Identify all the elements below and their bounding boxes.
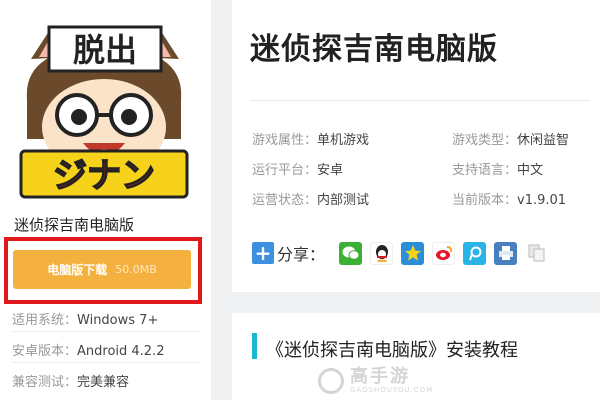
- attr-version: 当前版本：v1.9.01: [452, 189, 566, 208]
- copy-icon[interactable]: [525, 241, 549, 265]
- meta-row-system: 适用系统：Windows 7+: [12, 309, 158, 328]
- print-icon[interactable]: [494, 241, 518, 265]
- attr-value: 内部测试: [317, 193, 370, 208]
- attr-key: 支持语言：: [452, 163, 518, 178]
- page-title: 迷侦探吉南电脑版: [250, 32, 498, 67]
- watermark-main-text: 高手游: [350, 366, 410, 387]
- title-divider: [250, 100, 590, 101]
- watermark-sub-text: GAOSHOUYOU.COM: [350, 386, 434, 394]
- wechat-icon[interactable]: [339, 241, 363, 265]
- meta-divider: [12, 362, 200, 363]
- meta-value: Android 4.2.2: [77, 344, 165, 359]
- qq-icon[interactable]: [370, 241, 394, 265]
- attr-key: 当前版本：: [452, 193, 518, 208]
- attr-key: 游戏属性：: [252, 133, 318, 148]
- download-button-label: 电脑版下载: [47, 263, 108, 277]
- attr-key: 运营状态：: [252, 193, 318, 208]
- section-accent-bar: [252, 333, 257, 359]
- meta-value: Windows 7+: [77, 313, 159, 328]
- attr-language: 支持语言：中文: [452, 159, 543, 178]
- attr-value: 单机游戏: [317, 133, 370, 148]
- weibo-icon[interactable]: [432, 241, 456, 265]
- share-label: 分享：: [277, 245, 326, 264]
- meta-key: 兼容测试：: [12, 375, 78, 390]
- attr-value: 休闲益智: [517, 133, 570, 148]
- plus-icon[interactable]: +: [252, 242, 274, 264]
- attr-key: 运行平台：: [252, 163, 318, 178]
- app-name: 迷侦探吉南电脑版: [14, 216, 135, 234]
- icon-title-text: 脱出: [73, 31, 137, 69]
- watermark: 高手游 GAOSHOUYOU.COM: [318, 368, 433, 394]
- attr-platform: 运行平台：安卓: [252, 159, 343, 178]
- attr-value: 安卓: [317, 163, 344, 178]
- attr-value: v1.9.01: [517, 193, 567, 208]
- attr-value: 中文: [517, 163, 544, 178]
- meta-value: 完美兼容: [77, 375, 130, 390]
- meta-divider: [12, 331, 200, 332]
- app-icon[interactable]: 脱出 ジナン: [13, 19, 195, 201]
- meta-key: 安卓版本：: [12, 344, 78, 359]
- download-size: 50.0MB: [115, 263, 157, 276]
- qzone-icon[interactable]: [401, 241, 425, 265]
- meta-row-compat: 兼容测试：完美兼容: [12, 371, 129, 390]
- app-icon-illustration: 脱出 ジナン: [13, 19, 195, 201]
- meta-row-android: 安卓版本：Android 4.2.2: [12, 340, 165, 359]
- icon-brand-text: ジナン: [53, 156, 155, 196]
- tencent-weibo-icon[interactable]: [463, 241, 487, 265]
- attr-key: 游戏类型：: [452, 133, 518, 148]
- download-button[interactable]: 电脑版下载 50.0MB: [13, 250, 191, 289]
- meta-key: 适用系统：: [12, 313, 78, 328]
- share-bar: + 分享：: [252, 240, 556, 266]
- attr-game-property: 游戏属性：单机游戏: [252, 129, 369, 148]
- attr-status: 运营状态：内部测试: [252, 189, 369, 208]
- section-title: 《迷侦探吉南电脑版》安装教程: [266, 340, 518, 361]
- attr-game-type: 游戏类型：休闲益智: [452, 129, 569, 148]
- watermark-logo-icon: [318, 368, 344, 394]
